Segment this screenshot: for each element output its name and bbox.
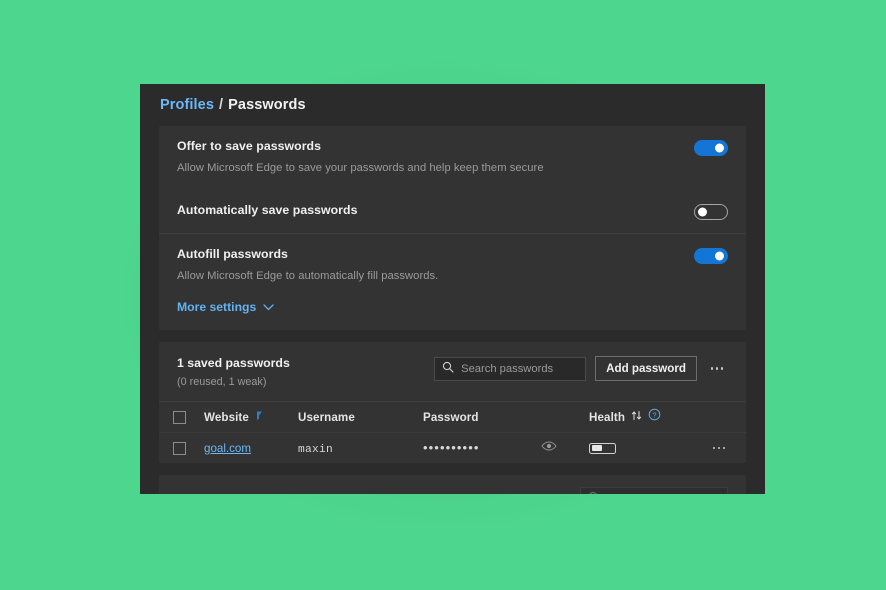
sort-ascending-icon[interactable] — [254, 408, 264, 426]
setting-title-autofill-passwords: Autofill passwords — [177, 247, 288, 261]
setting-text-offer-to-save: Offer to save passwords Allow Microsoft … — [177, 137, 694, 177]
row-actions-cell — [700, 437, 730, 459]
svg-text:?: ? — [652, 410, 656, 419]
saved-passwords-subtitle: (0 reused, 1 weak) — [177, 376, 267, 388]
setting-text-automatically-save: Automatically save passwords — [177, 201, 694, 219]
row-reveal-password-cell — [541, 439, 589, 457]
eye-icon[interactable] — [541, 439, 557, 457]
saved-passwords-heading-group: 1 saved passwords (0 reused, 1 weak) — [177, 355, 290, 389]
search-icon — [442, 360, 454, 378]
passwords-table-header-row: Website Username Password Health ? — [159, 402, 746, 432]
more-settings-link[interactable]: More settings — [159, 298, 746, 330]
table-row[interactable]: goal.com maxin •••••••••• — [159, 432, 746, 463]
row-website-cell: goal.com — [186, 442, 298, 455]
row-username-cell: maxin — [298, 439, 423, 457]
setting-title-offer-to-save: Offer to save passwords — [177, 139, 321, 153]
sort-updown-icon[interactable] — [631, 408, 642, 426]
toggle-offer-to-save-passwords[interactable] — [694, 140, 728, 156]
column-header-password-label: Password — [423, 411, 479, 424]
never-saved-passwords-card: 0 never saved passwords Sites where you … — [159, 475, 746, 494]
saved-passwords-header: 1 saved passwords (0 reused, 1 weak) Add… — [159, 342, 746, 401]
setting-title-automatically-save: Automatically save passwords — [177, 203, 358, 217]
column-header-health-label: Health — [589, 410, 626, 424]
saved-passwords-overflow-menu-icon[interactable] — [706, 358, 728, 380]
breadcrumb-current-passwords: Passwords — [228, 97, 306, 113]
column-header-website-label: Website — [204, 410, 249, 424]
row-password-masked-value: •••••••••• — [423, 440, 480, 455]
row-overflow-menu-icon[interactable] — [708, 437, 730, 459]
toggle-knob — [715, 251, 724, 261]
setting-text-autofill-passwords: Autofill passwords Allow Microsoft Edge … — [177, 245, 694, 285]
search-websites-input[interactable] — [607, 493, 720, 494]
never-saved-header: 0 never saved passwords — [159, 475, 746, 494]
more-settings-label: More settings — [177, 300, 257, 314]
never-saved-count-title: 0 never saved passwords — [177, 492, 326, 494]
breadcrumb-profiles-link[interactable]: Profiles — [160, 97, 214, 113]
passwords-table: Website Username Password Health ? goal.… — [159, 401, 746, 463]
setting-description-autofill-passwords: Allow Microsoft Edge to automatically fi… — [177, 270, 439, 282]
row-website-link[interactable]: goal.com — [204, 442, 251, 455]
password-settings-card: Offer to save passwords Allow Microsoft … — [159, 126, 746, 330]
password-strength-meter — [589, 442, 616, 454]
saved-passwords-card: 1 saved passwords (0 reused, 1 weak) Add… — [159, 342, 746, 463]
row-select-checkbox[interactable] — [173, 441, 186, 455]
column-header-health[interactable]: Health ? — [589, 408, 700, 426]
column-header-website[interactable]: Website — [186, 408, 298, 426]
setting-description-offer-to-save: Allow Microsoft Edge to save your passwo… — [177, 162, 544, 174]
search-passwords-box[interactable] — [434, 356, 587, 381]
column-header-username-label: Username — [298, 411, 355, 424]
row-health-cell — [589, 442, 700, 454]
help-circle-icon[interactable]: ? — [648, 408, 661, 426]
breadcrumb: Profiles / Passwords — [140, 84, 765, 126]
setting-row-offer-to-save: Offer to save passwords Allow Microsoft … — [159, 126, 746, 190]
setting-row-automatically-save: Automatically save passwords — [159, 190, 746, 233]
add-password-button[interactable]: Add password — [595, 356, 697, 381]
toggle-knob — [715, 143, 724, 153]
column-header-username[interactable]: Username — [298, 408, 423, 426]
toggle-autofill-passwords[interactable] — [694, 248, 728, 264]
row-password-cell: •••••••••• — [423, 439, 541, 457]
password-strength-fill — [591, 445, 603, 451]
edge-settings-window: Profiles / Passwords Offer to save passw… — [140, 84, 765, 494]
setting-row-autofill-passwords: Autofill passwords Allow Microsoft Edge … — [159, 233, 746, 298]
breadcrumb-separator: / — [219, 97, 224, 113]
toggle-automatically-save-passwords[interactable] — [694, 204, 728, 220]
row-username-value: maxin — [298, 444, 334, 456]
search-passwords-input[interactable] — [461, 362, 579, 375]
select-all-checkbox[interactable] — [173, 410, 186, 424]
saved-passwords-actions: Add password — [434, 356, 728, 381]
saved-passwords-count-title: 1 saved passwords — [177, 356, 290, 370]
toggle-knob — [698, 207, 707, 217]
chevron-down-icon — [263, 298, 274, 316]
search-websites-box[interactable] — [580, 487, 728, 494]
column-header-password[interactable]: Password — [423, 408, 541, 426]
search-icon — [588, 490, 600, 494]
